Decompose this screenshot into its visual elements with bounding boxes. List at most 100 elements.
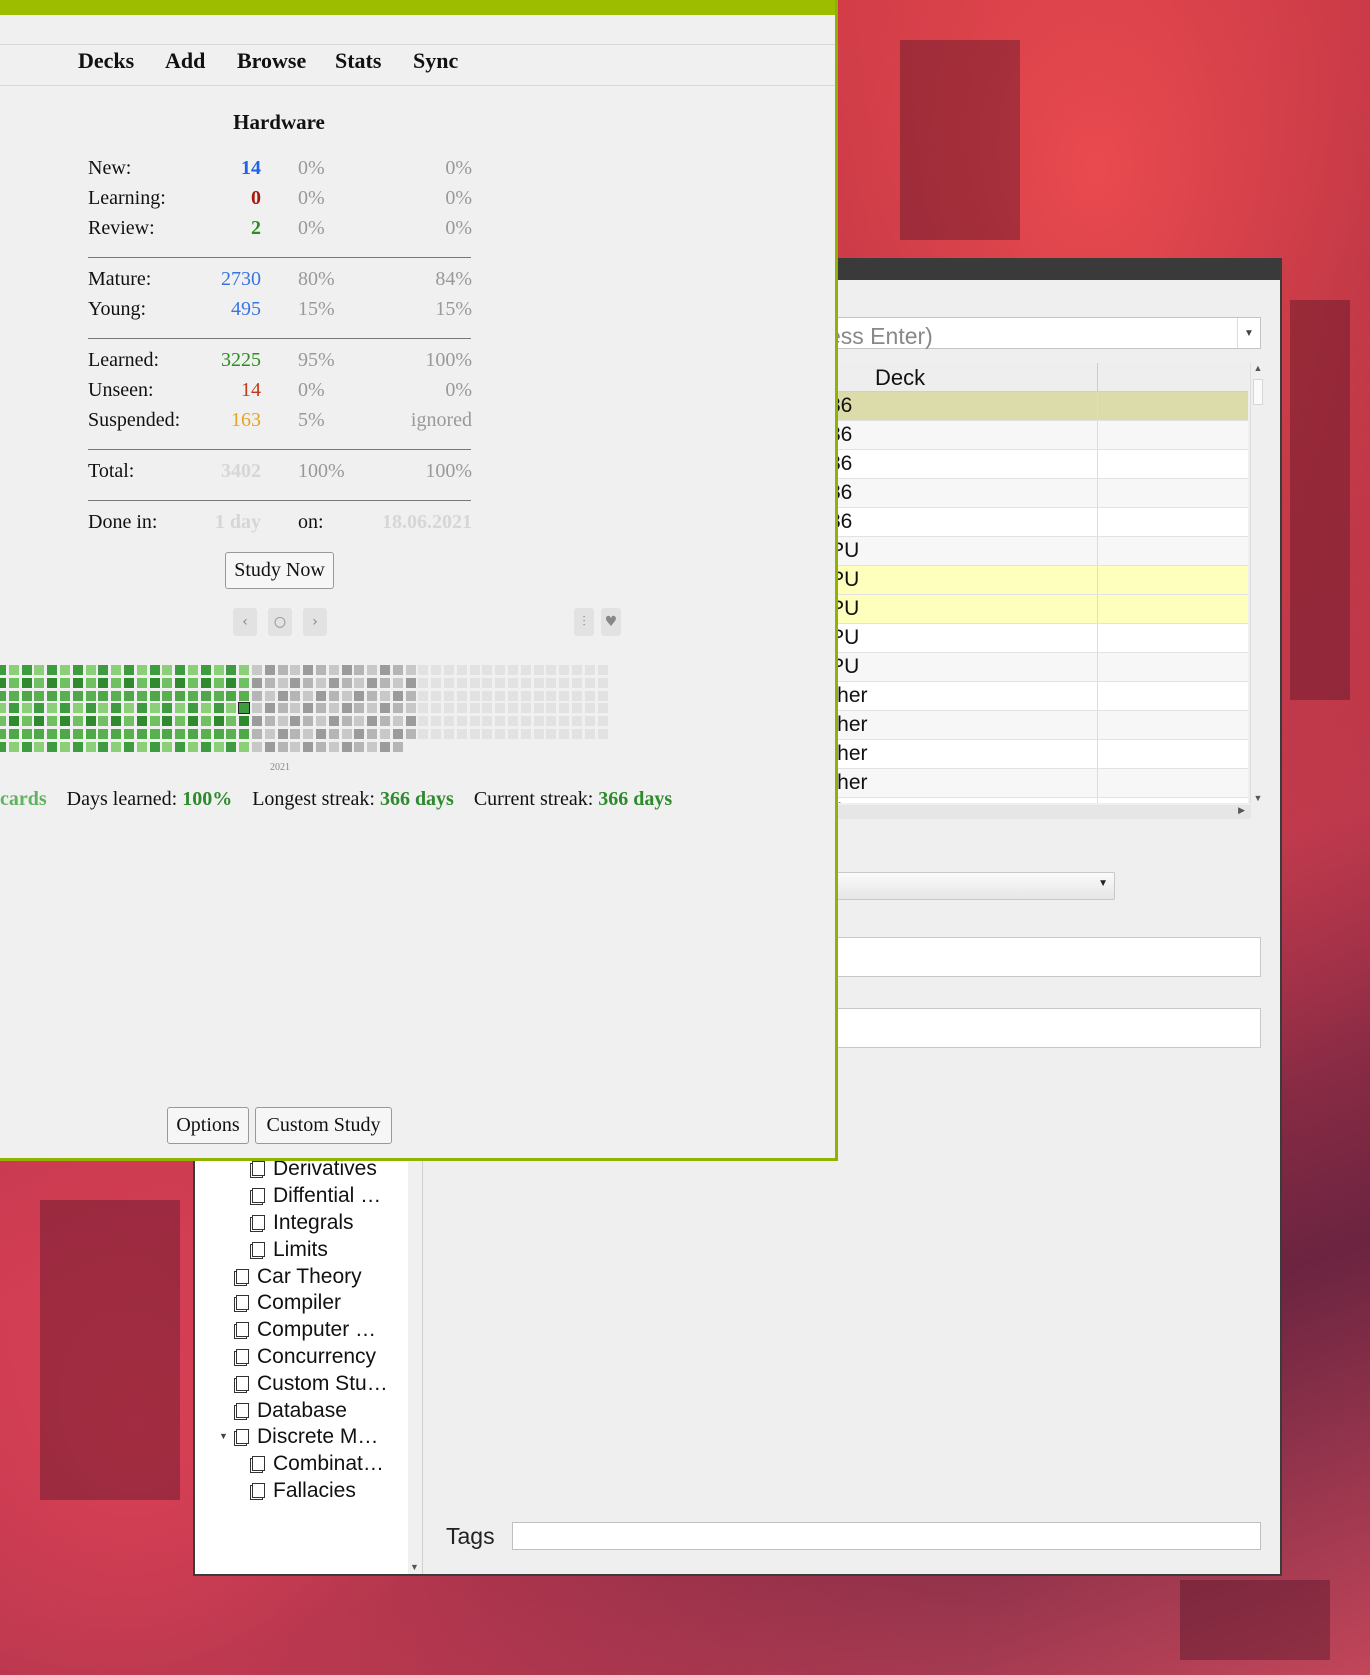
heatmap-cell[interactable] [418,690,429,701]
heatmap-cell[interactable] [533,665,544,675]
heatmap-cell[interactable] [47,690,58,701]
heatmap-cell[interactable] [456,703,467,714]
heatmap-cell[interactable] [60,677,70,688]
sidebar-deck-item[interactable]: Compiler [236,1291,341,1317]
heatmap-cell[interactable] [85,665,96,675]
heatmap-cell[interactable] [405,677,416,688]
heatmap-cell[interactable] [572,690,582,701]
sidebar-deck-item[interactable]: Concurrency [236,1345,376,1371]
heatmap-cell[interactable] [354,741,365,752]
table-row[interactable]: Other [815,740,1248,769]
chevron-left-icon[interactable]: ‹ [233,608,257,636]
heatmap-cell[interactable] [392,741,403,752]
heatmap-cell[interactable] [559,729,570,739]
heatmap-cell[interactable] [380,690,390,701]
sidebar-deck-item[interactable]: ▼ Discrete M… [219,1425,378,1451]
heatmap-cell[interactable] [72,716,83,727]
heatmap-cell[interactable] [380,729,390,739]
heatmap-cell[interactable] [21,716,32,727]
heatmap-cell[interactable] [303,716,314,727]
heatmap-cell[interactable] [559,665,570,675]
sidebar-deck-item[interactable]: Database [236,1399,347,1425]
sidebar-deck-item[interactable]: Fallacies [252,1479,356,1505]
table-row[interactable]: Other [815,769,1248,798]
heatmap-cell[interactable] [124,716,134,727]
heatmap-cell[interactable] [213,665,224,675]
heatmap-cell[interactable] [341,716,352,727]
heatmap-cell[interactable] [226,716,237,727]
heatmap-cell[interactable] [572,716,582,727]
heatmap-cell[interactable] [328,729,339,739]
heatmap-cell[interactable] [533,703,544,714]
heatmap-cell[interactable] [328,716,339,727]
heatmap-cell[interactable] [47,729,58,739]
heatmap-cell[interactable] [520,729,531,739]
heatmap-cell[interactable] [239,741,250,752]
heatmap-cell[interactable] [264,729,275,739]
heatmap-cell[interactable] [238,702,251,715]
heatmap-cell[interactable] [149,690,160,701]
table-row[interactable]: Other [815,711,1248,740]
scroll-right-icon[interactable]: ▶ [1238,805,1245,816]
heatmap-cell[interactable] [188,690,198,701]
heatmap-cell[interactable] [175,716,186,727]
heatmap-cell[interactable] [392,716,403,727]
heatmap-cell[interactable] [200,677,211,688]
heatmap-cell[interactable] [162,690,173,701]
heatmap-cell[interactable] [405,703,416,714]
heatmap-cell[interactable] [354,729,365,739]
heatmap-cell[interactable] [559,690,570,701]
heatmap-cell[interactable] [72,729,83,739]
heatmap-cell[interactable] [277,665,288,675]
heatmap-cell[interactable] [431,665,442,675]
heatmap-cell[interactable] [520,665,531,675]
heatmap-cell[interactable] [328,677,339,688]
heatmap-cell[interactable] [584,690,595,701]
heatmap-cell[interactable] [264,741,275,752]
heatmap-cell[interactable] [175,729,186,739]
heatmap-cell[interactable] [0,741,6,752]
heatmap-cell[interactable] [495,716,506,727]
heatmap-cell[interactable] [149,677,160,688]
heatmap-cell[interactable] [72,741,83,752]
heatmap-cell[interactable] [8,741,19,752]
table-row[interactable]: CPU [815,595,1248,624]
heatmap-cell[interactable] [508,729,518,739]
heatmap-cell[interactable] [34,677,45,688]
heatmap-cell[interactable] [239,690,250,701]
heatmap-cell[interactable] [149,716,160,727]
heatmap-cell[interactable] [469,703,480,714]
heatmap-cell[interactable] [34,729,45,739]
scrollbar-thumb[interactable] [1253,379,1263,405]
heatmap-cell[interactable] [303,690,314,701]
heatmap-cell[interactable] [98,729,109,739]
table-row[interactable]: Other [815,682,1248,711]
heatmap-cell[interactable] [8,665,19,675]
heatmap-cell[interactable] [431,677,442,688]
heatmap-cell[interactable] [316,716,326,727]
heatmap-cell[interactable] [380,665,390,675]
expand-icon[interactable]: ▼ [219,1431,228,1441]
heatmap-cell[interactable] [469,716,480,727]
heatmap-cell[interactable] [597,703,608,714]
heatmap-cell[interactable] [226,690,237,701]
heatmap-cell[interactable] [444,690,454,701]
heatmap-cell[interactable] [213,716,224,727]
heatmap-cell[interactable] [392,665,403,675]
heatmap-cell[interactable] [188,741,198,752]
heatmap-cell[interactable] [111,729,122,739]
heatmap-cell[interactable] [175,690,186,701]
heatmap-cell[interactable] [85,741,96,752]
heatmap-cell[interactable] [328,665,339,675]
heatmap-cell[interactable] [98,716,109,727]
heatmap-cell[interactable] [85,703,96,714]
heatmap-cell[interactable] [111,716,122,727]
sidebar-deck-item[interactable]: Derivatives [252,1157,377,1183]
heatmap-cell[interactable] [85,729,96,739]
heatmap-cell[interactable] [597,677,608,688]
heatmap-cell[interactable] [341,665,352,675]
heatmap-cell[interactable] [444,729,454,739]
heatmap-cell[interactable] [21,677,32,688]
heatmap-cell[interactable] [162,665,173,675]
sidebar-deck-item[interactable]: Custom Stu… [236,1372,388,1398]
